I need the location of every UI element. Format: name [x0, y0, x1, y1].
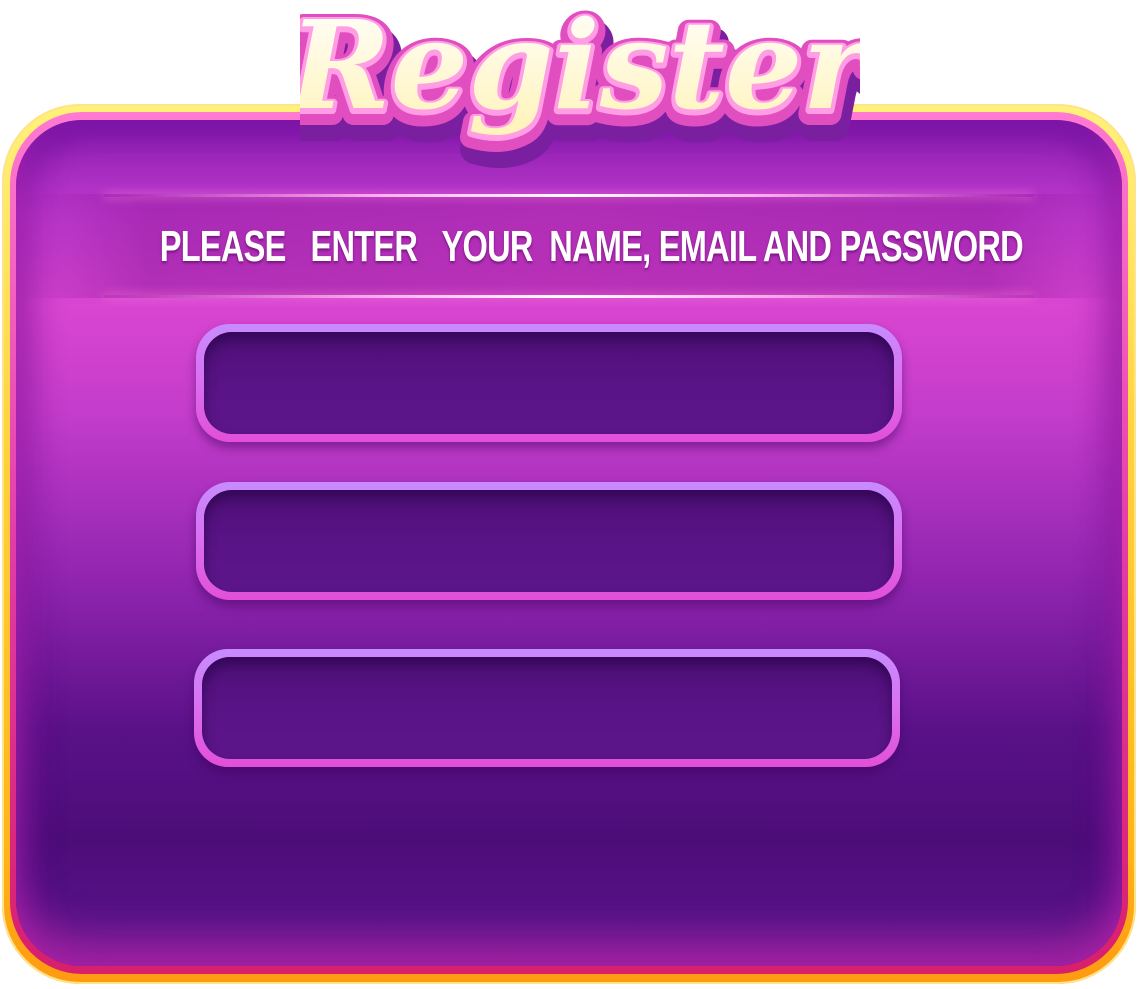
email-field[interactable] — [196, 482, 902, 600]
email-input[interactable] — [204, 490, 894, 592]
instruction-banner: PLEASE ENTER YOUR NAME, EMAIL AND PASSWO… — [16, 194, 1122, 298]
name-input[interactable] — [204, 332, 894, 434]
name-field[interactable] — [196, 324, 902, 442]
password-field[interactable] — [194, 649, 900, 767]
register-dialog: PLEASE ENTER YOUR NAME, EMAIL AND PASSWO… — [0, 0, 1140, 989]
title-logo: Register Register Register Register — [300, 0, 860, 190]
title-logo-art: Register Register Register Register — [300, 0, 860, 170]
title-text: Register — [300, 0, 860, 137]
password-input[interactable] — [202, 657, 892, 759]
instruction-text: PLEASE ENTER YOUR NAME, EMAIL AND PASSWO… — [159, 222, 1024, 271]
